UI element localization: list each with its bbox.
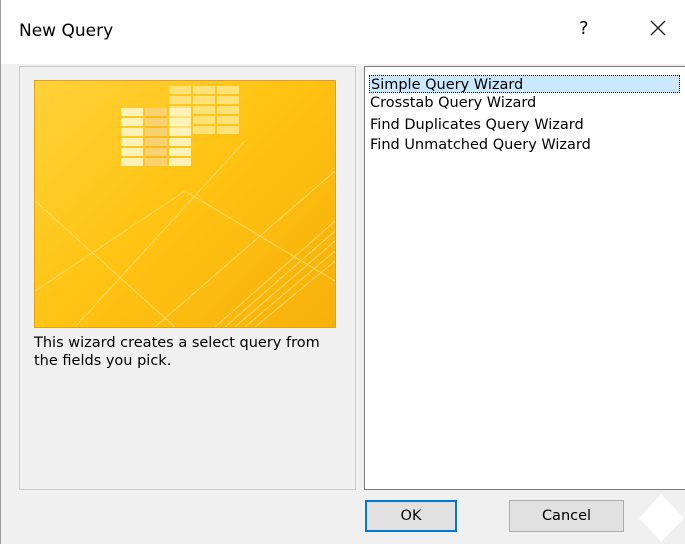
wizard-preview-panel: This wizard creates a select query from …: [19, 66, 356, 490]
close-button[interactable]: [646, 16, 670, 40]
title-bar: New Query ?: [1, 0, 685, 64]
query-wizard-illustration-icon: [35, 86, 335, 327]
cancel-button[interactable]: Cancel: [509, 500, 624, 532]
ok-button[interactable]: OK: [365, 500, 457, 532]
close-icon: [650, 20, 666, 36]
dialog-title: New Query: [19, 21, 114, 41]
wizard-option-find-unmatched[interactable]: Find Unmatched Query Wizard: [370, 136, 591, 154]
wizard-option-crosstab-query[interactable]: Crosstab Query Wizard: [370, 94, 536, 112]
wizard-option-find-duplicates[interactable]: Find Duplicates Query Wizard: [370, 116, 584, 134]
help-button[interactable]: ?: [579, 18, 589, 39]
wizard-list[interactable]: Simple Query Wizard Crosstab Query Wizar…: [364, 66, 685, 490]
wizard-preview-image: [34, 80, 336, 328]
wizard-description: This wizard creates a select query from …: [34, 335, 320, 369]
new-query-dialog: New Query ? This wizard creates a select…: [0, 0, 685, 544]
wizard-option-simple-query[interactable]: Simple Query Wizard: [369, 75, 680, 93]
diamond-watermark-icon: [639, 494, 684, 542]
